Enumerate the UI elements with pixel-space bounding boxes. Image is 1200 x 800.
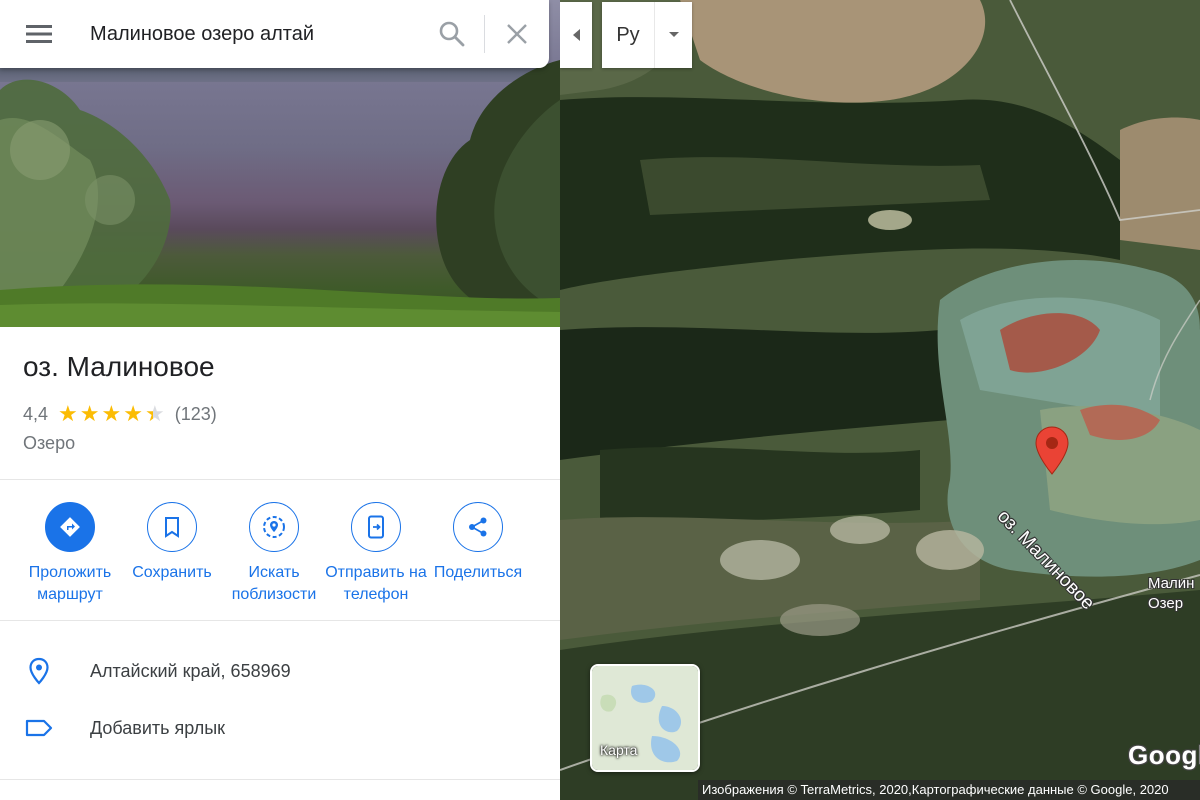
map-layer-toggle[interactable]: Карта <box>590 664 700 772</box>
directions-circle <box>45 502 95 552</box>
search-input[interactable] <box>78 14 420 54</box>
action-label: Отправить на телефон <box>325 564 427 603</box>
place-title: оз. Малиновое <box>23 351 215 382</box>
divider <box>0 620 560 621</box>
nearby-button[interactable]: Искать поблизости <box>222 502 326 606</box>
nearby-circle <box>249 502 299 552</box>
bookmark-icon <box>165 517 179 538</box>
add-label-text: Добавить ярлык <box>90 717 226 738</box>
address-text: Алтайский край, 658969 <box>90 660 291 681</box>
send-to-phone-icon <box>368 515 384 539</box>
label-icon <box>25 719 53 737</box>
search-icon <box>439 21 465 47</box>
clear-search-button[interactable] <box>485 0 549 68</box>
rating-stars: ★ ★ ★ ★ ★ <box>58 403 167 425</box>
place-panel: оз. Малиновое 4,4 ★★★★★ (123) Озеро Прол… <box>0 0 560 800</box>
dropdown-arrow-icon <box>668 32 679 37</box>
partial-label-line: Малин <box>1148 575 1195 592</box>
menu-button[interactable] <box>0 0 78 68</box>
action-label: Проложить маршрут <box>28 564 112 603</box>
send-to-phone-button[interactable]: Отправить на телефон <box>324 502 428 606</box>
save-circle <box>147 502 197 552</box>
star-icon: ★ <box>144 401 165 426</box>
place-type: Озеро <box>23 433 76 453</box>
send-to-phone-circle <box>351 502 401 552</box>
action-bar: Проложить маршрут Сохранить Искать побли… <box>0 502 560 612</box>
satellite-map[interactable]: Ру оз. Малиновое Малин Озер Карта Googl … <box>560 0 1200 800</box>
share-button[interactable]: Поделиться <box>426 502 530 584</box>
rating-row[interactable]: 4,4 ★ ★ ★ ★ ★ (123) <box>23 403 217 425</box>
google-logo: Googl <box>1128 740 1200 770</box>
search-box <box>0 0 549 68</box>
nearby-icon <box>263 516 285 538</box>
star-icon: ★ <box>101 401 122 426</box>
action-label: Поделиться <box>433 564 523 581</box>
close-icon <box>507 24 527 44</box>
share-circle <box>453 502 503 552</box>
star-icon: ★ <box>79 401 100 426</box>
divider <box>0 779 560 780</box>
action-label: Сохранить <box>132 564 212 581</box>
language-selector[interactable]: Ру <box>602 2 692 68</box>
menu-icon <box>26 25 52 43</box>
map-place-label-partial[interactable]: Малин Озер <box>1148 574 1194 614</box>
directions-icon <box>60 517 80 537</box>
review-count[interactable]: (123) <box>175 404 217 425</box>
map-pin-icon[interactable] <box>1034 426 1070 476</box>
directions-button[interactable]: Проложить маршрут <box>18 502 122 606</box>
star-icon: ★ <box>123 401 143 426</box>
add-label-row[interactable]: Добавить ярлык <box>0 705 560 751</box>
language-label: Ру <box>616 23 640 46</box>
map-attribution[interactable]: Изображения © TerraMetrics, 2020,Картогр… <box>698 780 1200 800</box>
divider <box>0 479 560 480</box>
collapse-panel-button[interactable] <box>560 2 592 68</box>
search-button[interactable] <box>420 0 484 68</box>
language-dropdown[interactable] <box>654 2 692 68</box>
location-pin-icon <box>29 657 49 685</box>
minimap-label: Карта <box>600 742 638 758</box>
share-icon <box>469 517 487 537</box>
partial-label-line: Озер <box>1148 595 1184 612</box>
chevron-left-icon <box>573 29 580 41</box>
address-row[interactable]: Алтайский край, 658969 <box>0 648 560 694</box>
rating-value: 4,4 <box>23 403 49 424</box>
save-button[interactable]: Сохранить <box>120 502 224 584</box>
star-icon: ★ <box>58 401 78 426</box>
action-label: Искать поблизости <box>231 564 317 603</box>
